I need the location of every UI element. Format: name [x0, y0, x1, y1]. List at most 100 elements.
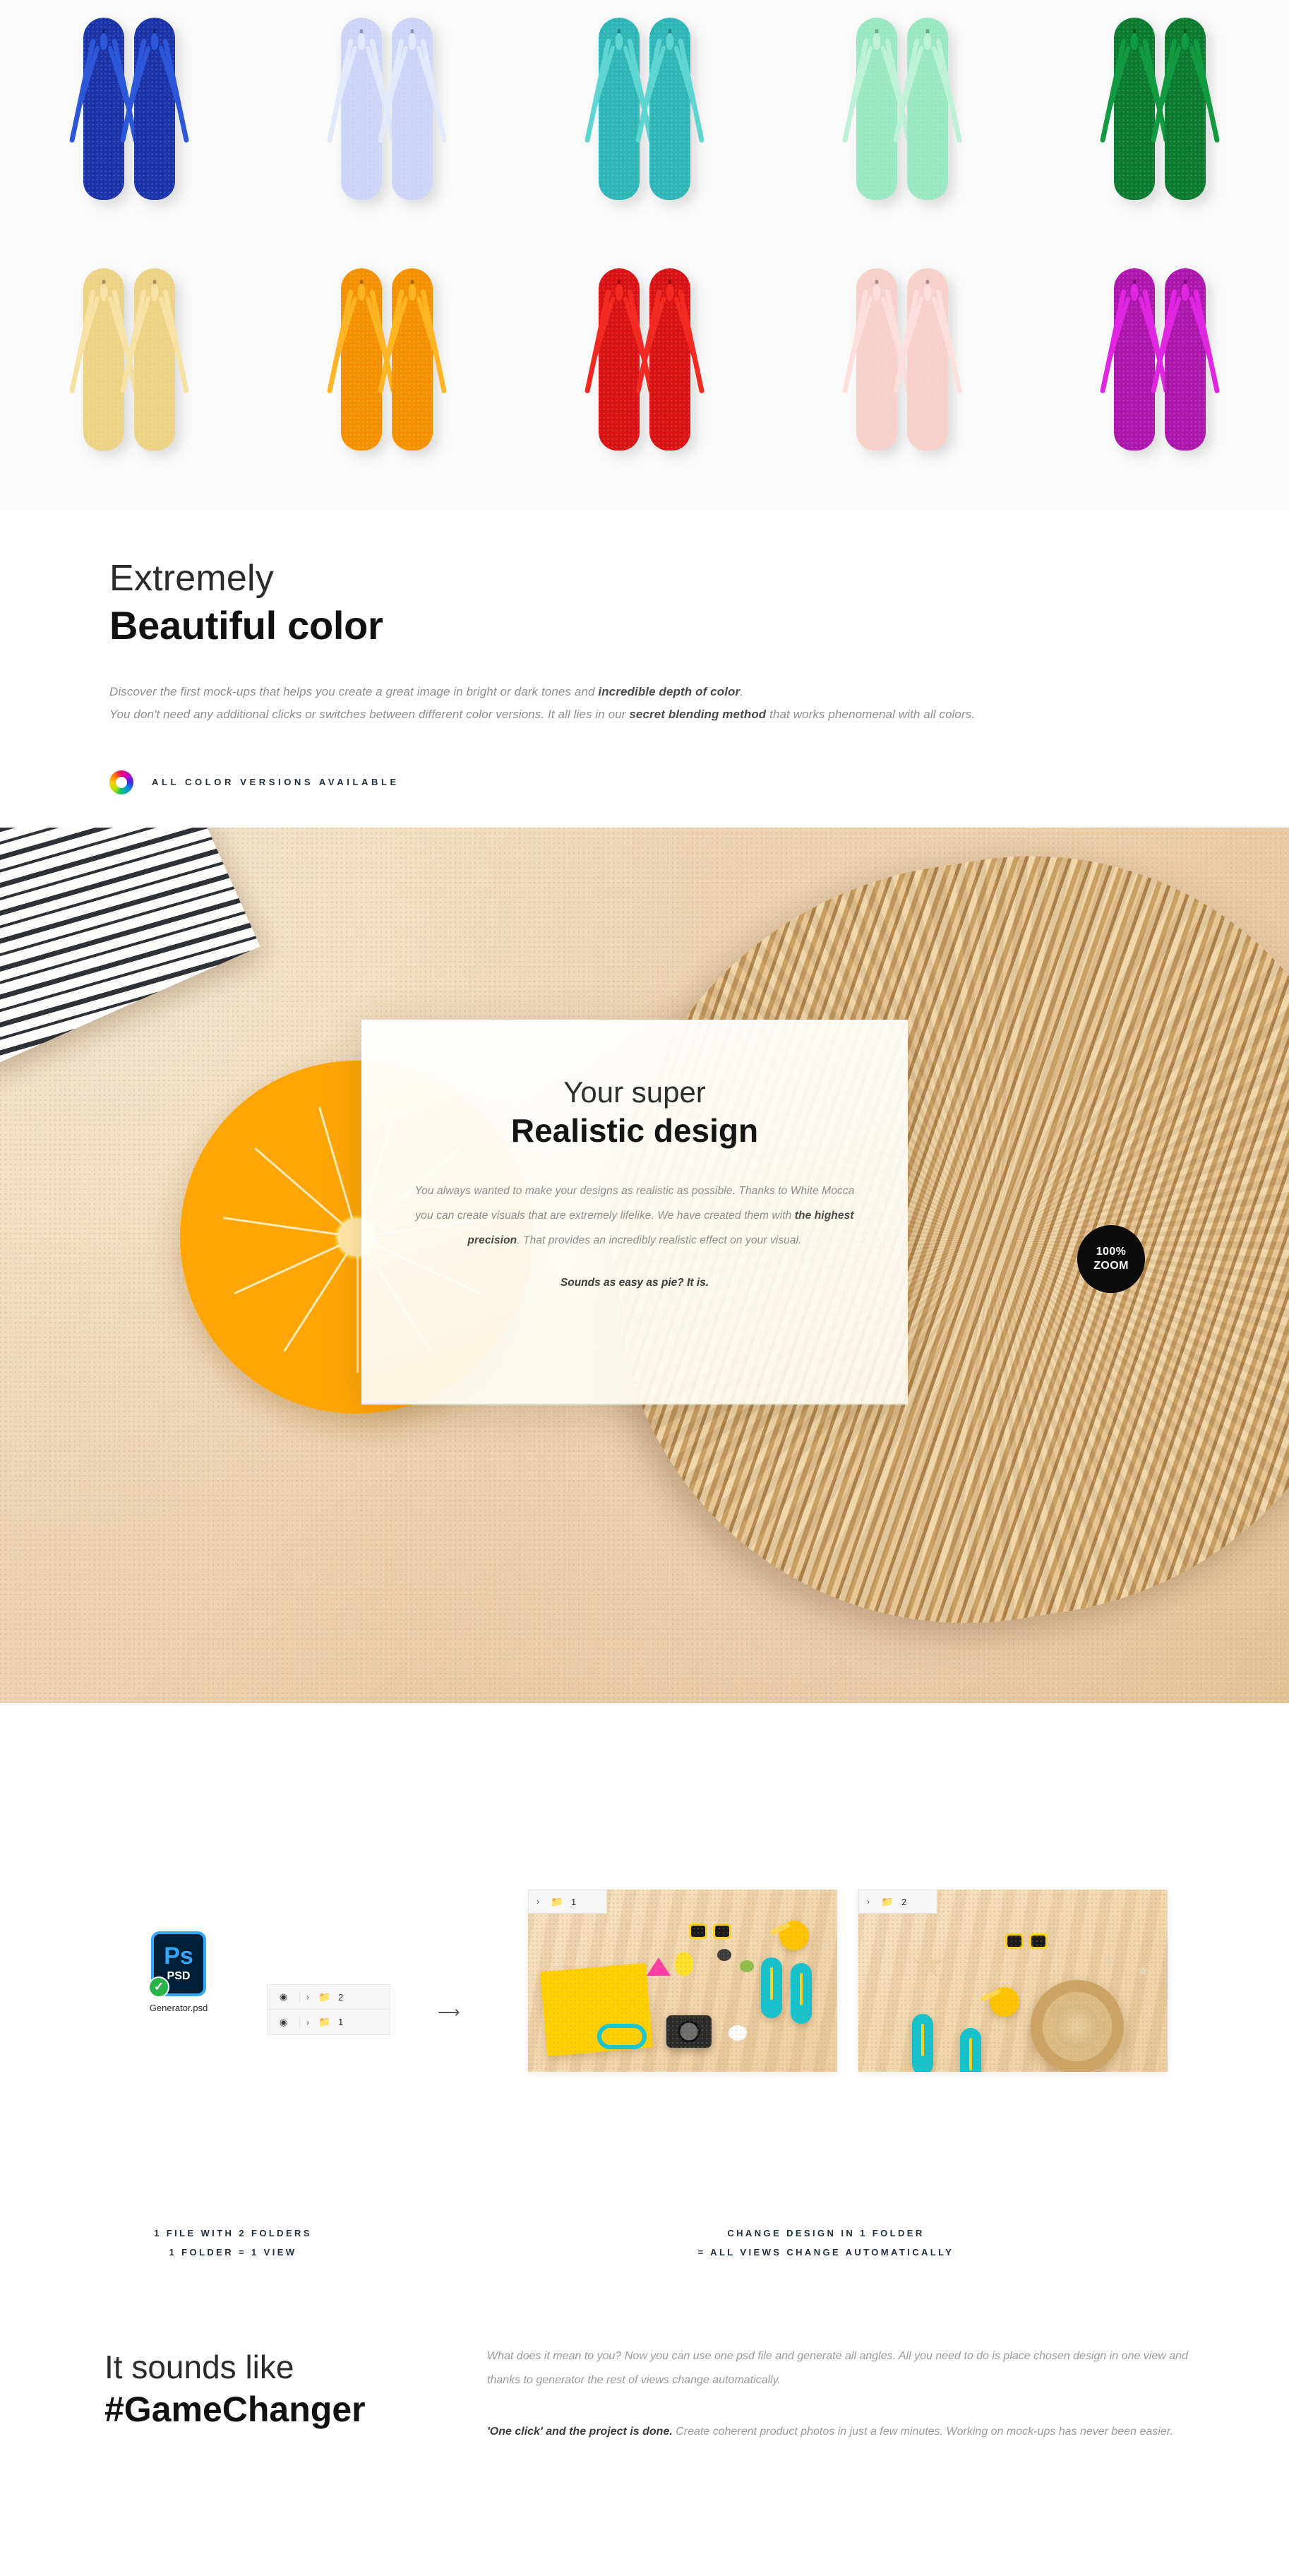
starfish-prop [912, 1949, 945, 1978]
toe-strap [1181, 33, 1189, 50]
beautiful-p2-post: that works phenomenal with all colors. [766, 708, 976, 722]
beautiful-p1-pre: Discover the first mock-ups that helps y… [109, 685, 599, 699]
strap-right [935, 289, 963, 394]
small-starfish-prop [819, 1940, 832, 1952]
folder-icon: 📁 [881, 1895, 894, 1907]
view-thumbnails: › 📁 1 › 📁 2 [528, 1890, 1168, 2072]
toe-strap [666, 33, 674, 50]
sunglasses-prop-2 [1005, 1933, 1048, 1950]
flipflop-royal-blue-left [68, 18, 138, 200]
layers-panel[interactable]: ◉ › 📁 2 ◉ › 📁 1 [267, 1984, 390, 2035]
gamechanger-p2-rest: Create coherent product photos in just a… [672, 2426, 1173, 2438]
strap-left [842, 289, 870, 394]
folder-label: 1 [571, 1896, 577, 1907]
flipflop-thumb-4 [960, 2028, 981, 2072]
strap-left [326, 38, 354, 143]
strap-left [68, 38, 96, 143]
camera-prop [666, 2015, 712, 2048]
toe-strap [100, 284, 108, 301]
juice-glass-prop [779, 1921, 809, 1950]
gamechanger-section: It sounds like #GameChanger What does it… [0, 2330, 1289, 2576]
toe-strap [357, 284, 366, 301]
layer-row[interactable]: ◉ › 📁 2 [268, 1985, 390, 2010]
thumbnail-folder-badge-2[interactable]: › 📁 2 [858, 1890, 937, 1914]
flipflop-green-left [1100, 18, 1170, 200]
strap-right [678, 38, 705, 143]
strap-left [68, 289, 96, 394]
realistic-design-card: Your super Realistic design You always w… [361, 1020, 908, 1405]
chevron-right-icon[interactable]: › [300, 2017, 316, 2027]
psd-format-label: PSD [167, 1969, 191, 1982]
strap-right [1193, 38, 1221, 143]
straw-hat-prop [1031, 1980, 1124, 2072]
zoom-badge-percent: 100% [1096, 1246, 1127, 1258]
thumbnail-view-2[interactable]: › 📁 2 [858, 1890, 1168, 2072]
card-heading-thin: Your super [563, 1075, 706, 1109]
dark-pebble-prop [717, 1949, 731, 1961]
strap-right [1193, 289, 1221, 394]
zoom-badge-label: ZOOM [1093, 1260, 1129, 1272]
gamechanger-paragraph-2: 'One click' and the project is done. Cre… [487, 2420, 1193, 2444]
strap-right [162, 38, 189, 143]
all-color-versions-label: ALL COLOR VERSIONS AVAILABLE [152, 777, 400, 788]
folder-icon: 📁 [551, 1895, 563, 1907]
ps-glyph: Ps [164, 1943, 193, 1970]
toe-strap [100, 33, 108, 50]
flipflop-mint-right [893, 18, 963, 200]
strap-left [1100, 289, 1127, 394]
beach-scene-1 [528, 1890, 837, 2072]
eye-visibility-icon[interactable]: ◉ [268, 1991, 300, 2003]
folder-icon: 📁 [318, 1991, 331, 2003]
flipflop-green-right [1151, 18, 1221, 200]
card-body-pre: You always wanted to make your designs a… [414, 1184, 855, 1222]
flipflop-pair-blush-pink [774, 268, 1031, 480]
swim-goggles-prop [597, 2024, 647, 2049]
flipflop-pair-magenta [1031, 268, 1289, 480]
chevron-right-icon: › [867, 1897, 870, 1907]
toe-strap [1130, 284, 1139, 301]
flipflop-pair-green [1031, 18, 1289, 229]
flipflop-red-right [635, 268, 705, 451]
beautiful-p1-bold: incredible depth of color [598, 685, 741, 699]
flipflop-pair-red [515, 268, 773, 480]
orange-segment-divider [318, 1107, 359, 1238]
thumbnail-view-1[interactable]: › 📁 1 [528, 1890, 837, 2072]
card-body-text: You always wanted to make your designs a… [411, 1179, 858, 1253]
yellow-towel-prop [540, 1962, 653, 2057]
strap-left [326, 289, 354, 394]
flipflop-pair-sand-yellow [0, 268, 258, 480]
layer-row[interactable]: ◉ › 📁 1 [268, 2010, 390, 2034]
toe-strap [873, 284, 881, 301]
caption-left-line-2: 1 FOLDER = 1 VIEW [169, 2246, 297, 2258]
psd-file-block: Ps PSD ✓ Generator.psd [129, 1931, 228, 2013]
gamechanger-paragraph-1: What does it mean to you? Now you can us… [487, 2350, 1188, 2386]
thumbnail-folder-badge-1[interactable]: › 📁 1 [528, 1890, 607, 1914]
eye-visibility-icon[interactable]: ◉ [268, 2016, 300, 2028]
toe-strap [615, 33, 623, 50]
zoom-badge: 100% ZOOM [1077, 1225, 1145, 1293]
card-body-post: . That provides an incredibly realistic … [517, 1234, 802, 1246]
flipflop-periwinkle-right [377, 18, 447, 200]
gamechanger-p2-bold: 'One click' and the project is done. [487, 2426, 673, 2438]
caption-left-line-1: 1 FILE WITH 2 FOLDERS [154, 2228, 312, 2238]
toe-strap [666, 284, 674, 301]
toe-strap [408, 33, 416, 50]
sunglasses-prop [689, 1924, 731, 1940]
flipflop-mint-left [842, 18, 912, 200]
flipflop-blush-pink-left [842, 268, 912, 451]
white-stone-prop [729, 2025, 747, 2041]
flipflop-royal-blue-right [119, 18, 189, 200]
toe-strap [873, 33, 881, 50]
beautiful-color-section: Extremely Beautiful color Discover the f… [0, 510, 1289, 828]
flipflop-pair-mint [774, 18, 1031, 229]
toe-strap [923, 284, 932, 301]
flipflop-blush-pink-right [893, 268, 963, 451]
pink-shovel-prop [647, 1957, 671, 1976]
flipflop-pair-royal-blue [0, 18, 258, 229]
small-starfish-prop-2 [1103, 1953, 1115, 1965]
chevron-right-icon: › [536, 1897, 539, 1907]
caption-right: CHANGE DESIGN IN 1 FOLDER = ALL VIEWS CH… [579, 2224, 1073, 2262]
strap-right [678, 289, 705, 394]
gamechanger-copy: What does it mean to you? Now you can us… [487, 2344, 1193, 2444]
chevron-right-icon[interactable]: › [300, 1992, 316, 2002]
